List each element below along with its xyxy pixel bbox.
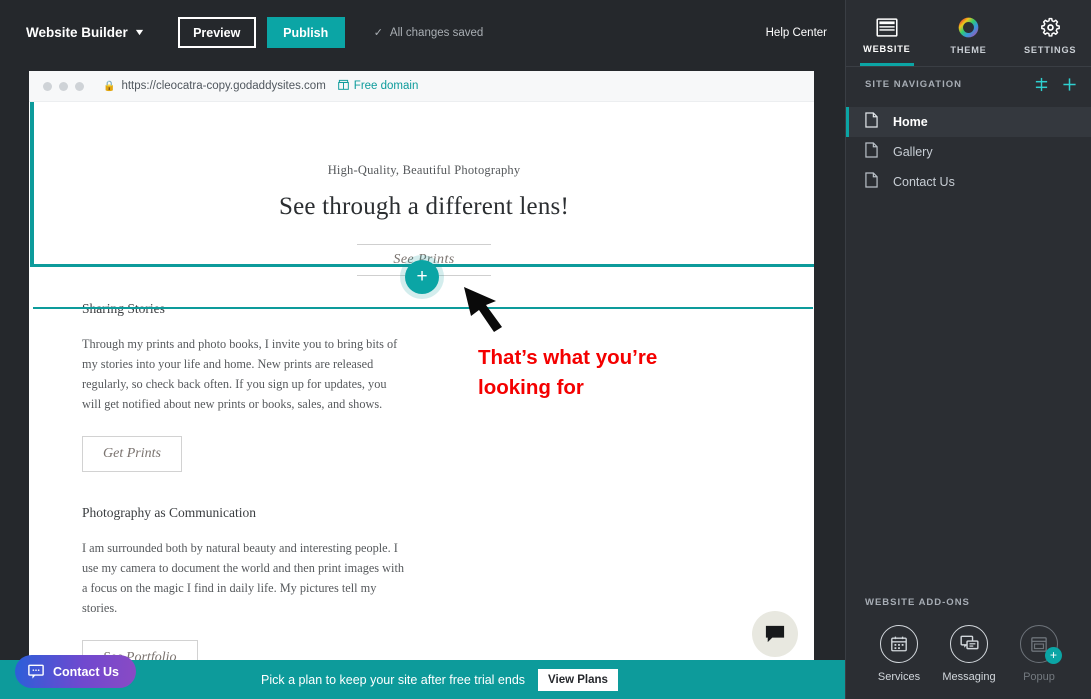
page-label: Gallery xyxy=(893,145,933,159)
plus-icon[interactable] xyxy=(1062,77,1077,92)
popup-window-icon: + xyxy=(1020,625,1062,664)
site-navigation-header: SITE NAVIGATION xyxy=(846,70,1091,99)
brand-label: Website Builder xyxy=(26,25,128,40)
addon-row: Services Messaging + Popup xyxy=(846,625,1091,683)
addon-messaging[interactable]: Messaging xyxy=(934,625,1004,683)
window-dots xyxy=(43,81,84,91)
color-wheel-icon xyxy=(958,17,979,38)
check-icon: ✓ xyxy=(373,27,383,39)
tab-website[interactable]: WEBSITE xyxy=(846,0,928,66)
addon-services[interactable]: Services xyxy=(864,625,934,683)
tab-theme[interactable]: THEME xyxy=(928,0,1010,66)
address-bar[interactable]: 🔒 https://cleocatra-copy.godaddysites.co… xyxy=(103,80,326,92)
view-plans-button[interactable]: View Plans xyxy=(538,668,618,691)
chat-widget-button[interactable] xyxy=(752,611,798,657)
section-heading: Photography as Communication xyxy=(82,505,256,521)
page-label: Home xyxy=(893,115,928,129)
sidebar-item-home[interactable]: Home xyxy=(846,107,1091,137)
chat-icon xyxy=(28,664,44,679)
browser-chrome: 🔒 https://cleocatra-copy.godaddysites.co… xyxy=(29,71,814,102)
tab-website-label: WEBSITE xyxy=(863,44,911,54)
addon-label: Messaging xyxy=(942,671,996,683)
tab-settings[interactable]: SETTINGS xyxy=(1009,0,1091,66)
annotation-text: That’s what you’re looking for xyxy=(478,346,658,399)
lock-icon: 🔒 xyxy=(103,80,116,92)
save-status-label: All changes saved xyxy=(389,26,484,39)
addon-label: Services xyxy=(877,671,921,683)
url-text: https://cleocatra-copy.godaddysites.com xyxy=(121,80,326,92)
chat-icon xyxy=(950,625,988,663)
addon-popup[interactable]: + Popup xyxy=(1004,625,1074,683)
section-divider-line xyxy=(33,307,813,309)
calendar-icon xyxy=(880,625,918,663)
tab-theme-label: THEME xyxy=(950,45,987,55)
site-navigation-actions xyxy=(1034,77,1077,92)
website-addons: WEBSITE ADD-ONS Services Messaging + Pop… xyxy=(846,597,1091,683)
sidebar-item-contact-us[interactable]: Contact Us xyxy=(846,167,1091,197)
save-status: ✓ All changes saved xyxy=(373,26,484,40)
window-dot xyxy=(59,81,68,91)
help-center-link[interactable]: Help Center xyxy=(766,27,827,39)
website-builder-app: Website Builder ▼ Preview Publish ✓ All … xyxy=(0,0,1091,699)
free-domain-label: Free domain xyxy=(353,80,419,92)
gear-icon xyxy=(1040,17,1060,37)
addon-add-badge[interactable]: + xyxy=(1045,647,1062,664)
main-editor-area: Website Builder ▼ Preview Publish ✓ All … xyxy=(0,0,845,699)
right-panel: WEBSITE THEME SETTINGS SITE NAVIGATION H… xyxy=(845,0,1091,699)
addon-label: Popup xyxy=(1023,671,1055,683)
hero-title: See through a different lens! xyxy=(279,193,569,220)
gift-icon xyxy=(338,79,349,93)
reorder-icon[interactable] xyxy=(1034,77,1049,92)
content-section: Photography as Communication I am surrou… xyxy=(82,505,429,660)
page-icon xyxy=(865,141,878,163)
section-body: I am surrounded both by natural beauty a… xyxy=(82,541,405,616)
add-section-button[interactable]: + xyxy=(405,260,439,294)
get-prints-button[interactable]: Get Prints xyxy=(82,436,182,473)
hero-kicker: High-Quality, Beautiful Photography xyxy=(327,163,521,177)
site-content: Sharing Stories Through my prints and ph… xyxy=(29,267,429,660)
annotation-arrow-icon xyxy=(464,287,502,332)
free-domain-link[interactable]: Free domain xyxy=(338,79,419,93)
contact-us-button[interactable]: Contact Us xyxy=(15,655,136,688)
page-icon xyxy=(865,111,878,133)
content-section: Sharing Stories Through my prints and ph… xyxy=(82,301,429,473)
page-list: Home Gallery Contact Us xyxy=(846,107,1091,197)
chevron-down-icon: ▼ xyxy=(133,27,146,37)
browser-window-icon xyxy=(876,18,898,37)
hero-section[interactable]: High-Quality, Beautiful Photography See … xyxy=(30,102,814,276)
window-dot xyxy=(43,81,52,91)
chat-bubble-icon xyxy=(765,625,785,643)
plan-message: Pick a plan to keep your site after free… xyxy=(261,672,526,687)
tab-settings-label: SETTINGS xyxy=(1024,45,1077,55)
panel-tabs: WEBSITE THEME SETTINGS xyxy=(846,0,1091,67)
sidebar-item-gallery[interactable]: Gallery xyxy=(846,137,1091,167)
contact-us-label: Contact Us xyxy=(53,664,119,679)
preview-button[interactable]: Preview xyxy=(177,17,256,48)
section-body: Through my prints and photo books, I inv… xyxy=(82,337,398,412)
publish-button[interactable]: Publish xyxy=(266,17,345,48)
page-icon xyxy=(865,171,878,193)
section-heading: Sharing Stories xyxy=(82,301,429,317)
site-navigation-title: SITE NAVIGATION xyxy=(865,79,962,90)
window-dot xyxy=(75,81,84,91)
top-toolbar: Website Builder ▼ Preview Publish ✓ All … xyxy=(0,0,845,65)
page-label: Contact Us xyxy=(893,175,955,189)
website-addons-title: WEBSITE ADD-ONS xyxy=(865,597,970,608)
brand-menu[interactable]: Website Builder ▼ xyxy=(26,25,146,40)
